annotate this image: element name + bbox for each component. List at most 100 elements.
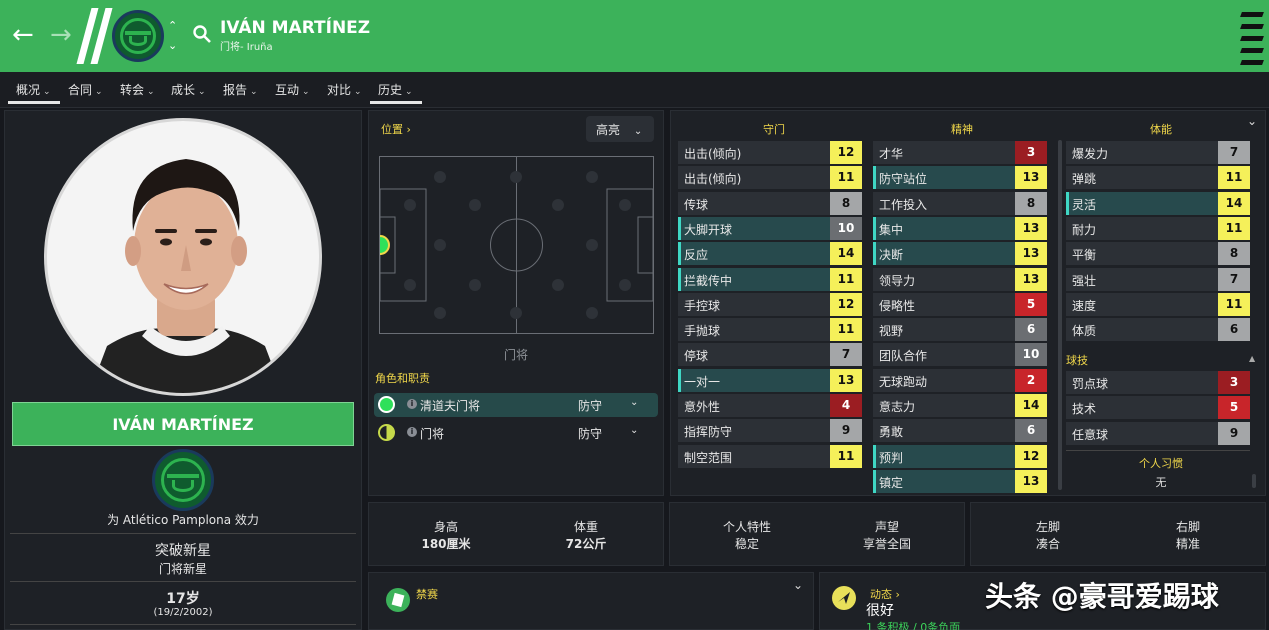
key-attribute-marker — [678, 267, 681, 291]
position-link[interactable]: 位置 › — [381, 121, 411, 137]
attribute-row[interactable]: 爆发力 7 — [1066, 141, 1250, 164]
attribute-value: 9 — [830, 419, 862, 443]
attribute-value: 7 — [830, 343, 862, 367]
search-icon[interactable] — [192, 24, 212, 44]
left-foot-value: 凑合 — [1035, 537, 1060, 551]
status-title: 突破新星 — [155, 543, 211, 559]
tab-overview[interactable]: 概况 ⌄ — [16, 81, 51, 98]
attribute-row[interactable]: 传球 8 — [678, 191, 862, 215]
duty-select[interactable]: 防守 — [578, 425, 602, 442]
attribute-row[interactable]: 预判 12 — [873, 444, 1047, 468]
attribute-row[interactable]: 手抛球 11 — [678, 318, 862, 342]
attribute-row[interactable]: 体质 6 — [1066, 318, 1250, 342]
tab-contract[interactable]: 合同 ⌄ — [68, 81, 103, 98]
attribute-row[interactable]: 无球跑动 2 — [873, 368, 1047, 392]
attribute-row[interactable]: 弹跳 11 — [1066, 166, 1250, 190]
club-crest-icon[interactable] — [152, 449, 214, 511]
attribute-row[interactable]: 意志力 14 — [873, 394, 1047, 417]
role-row-goalkeeper[interactable]: i 门将 防守 ⌄ — [374, 421, 658, 445]
attribute-row[interactable]: 工作投入 8 — [873, 191, 1047, 215]
attribute-value: 7 — [1218, 267, 1250, 291]
habits-value: 无 — [1155, 476, 1167, 489]
tab-development[interactable]: 成长 ⌄ — [171, 81, 206, 98]
scrollbar[interactable] — [1252, 474, 1256, 488]
attribute-row[interactable]: 技术 5 — [1066, 396, 1250, 420]
info-icon[interactable]: i — [407, 399, 417, 409]
attribute-row[interactable]: 决断 13 — [873, 242, 1047, 266]
scrollbar[interactable] — [1058, 140, 1062, 490]
attribute-row[interactable]: 制空范围 11 — [678, 444, 862, 468]
attribute-row[interactable]: 才华 3 — [873, 141, 1047, 164]
attribute-row[interactable]: 侵略性 5 — [873, 292, 1047, 316]
attribute-label: 视野 — [879, 324, 904, 339]
forward-arrow-icon[interactable]: → — [50, 22, 72, 48]
attribute-row[interactable]: 勇敢 6 — [873, 419, 1047, 443]
tab-interaction[interactable]: 互动 ⌄ — [275, 81, 310, 98]
attribute-row[interactable]: 拦截传中 11 — [678, 267, 862, 291]
attribute-value: 13 — [830, 368, 862, 392]
attribute-label: 团队合作 — [879, 349, 928, 364]
attribute-label: 领导力 — [879, 273, 916, 288]
role-name: 门将 — [420, 427, 445, 441]
attribute-row[interactable]: 速度 11 — [1066, 292, 1250, 316]
right-foot-cell: 右脚 精准 — [1138, 518, 1238, 552]
attribute-label: 预判 — [879, 450, 904, 465]
attribute-row[interactable]: 罚点球 3 — [1066, 371, 1250, 394]
tab-history[interactable]: 历史 ⌄ — [378, 81, 413, 98]
club-crest-icon[interactable] — [112, 10, 164, 62]
attribute-row[interactable]: 一对一 13 — [678, 368, 862, 392]
attribute-label: 才华 — [879, 147, 904, 161]
collapse-triangle-icon[interactable]: ▲ — [1249, 354, 1255, 363]
attribute-value: 11 — [1218, 216, 1250, 240]
attribute-row[interactable]: 意外性 4 — [678, 394, 862, 417]
divider — [10, 581, 356, 582]
tab-compare[interactable]: 对比 ⌄ — [327, 81, 362, 98]
attribute-row[interactable]: 出击(倾向) 11 — [678, 166, 862, 190]
key-attribute-marker — [873, 216, 876, 240]
attribute-row[interactable]: 大脚开球 10 — [678, 216, 862, 240]
attribute-row[interactable]: 指挥防守 9 — [678, 419, 862, 443]
key-attribute-marker — [873, 242, 876, 266]
attribute-value: 14 — [1015, 394, 1047, 417]
attribute-row[interactable]: 集中 13 — [873, 216, 1047, 240]
attribute-row[interactable]: 任意球 9 — [1066, 421, 1250, 445]
tab-reports[interactable]: 报告 ⌄ — [223, 81, 258, 98]
player-switch-chevrons-icon[interactable]: ⌃ ⌄ — [168, 16, 177, 56]
back-arrow-icon[interactable]: ← — [12, 22, 34, 48]
attribute-row[interactable]: 镇定 13 — [873, 469, 1047, 493]
role-row-sweeper-keeper[interactable]: i 清道夫门将 防守 ⌄ — [374, 393, 658, 417]
divider — [10, 624, 356, 625]
attribute-row[interactable]: 手控球 12 — [678, 292, 862, 316]
key-attribute-marker — [678, 368, 681, 392]
roles-header: 角色和职责 — [375, 372, 430, 385]
attribute-row[interactable]: 停球 7 — [678, 343, 862, 367]
attribute-row[interactable]: 反应 14 — [678, 242, 862, 266]
info-icon[interactable]: i — [407, 427, 417, 437]
chevron-down-icon[interactable]: ⌄ — [1247, 114, 1257, 128]
chevron-down-icon[interactable]: ⌄ — [793, 578, 803, 592]
key-attribute-marker — [1066, 191, 1069, 215]
attribute-value: 12 — [830, 292, 862, 316]
attribute-row[interactable]: 防守站位 13 — [873, 166, 1047, 190]
attribute-label: 手抛球 — [684, 324, 721, 339]
attribute-value: 3 — [1218, 371, 1250, 394]
highlight-dropdown[interactable]: 高亮 ⌄ — [586, 116, 654, 142]
duty-select[interactable]: 防守 — [578, 397, 602, 414]
watermark: 头条 @豪哥爱踢球 — [985, 580, 1219, 613]
attribute-row[interactable]: 平衡 8 — [1066, 242, 1250, 266]
attribute-row[interactable]: 耐力 11 — [1066, 216, 1250, 240]
chevron-down-icon[interactable]: ⌄ — [630, 425, 638, 436]
attribute-row[interactable]: 出击(倾向) 12 — [678, 141, 862, 164]
attribute-value: 10 — [830, 216, 862, 240]
attribute-value: 13 — [1015, 166, 1047, 190]
tab-transfer[interactable]: 转会 ⌄ — [120, 81, 155, 98]
attribute-row[interactable]: 团队合作 10 — [873, 343, 1047, 367]
attribute-row[interactable]: 强壮 7 — [1066, 267, 1250, 291]
pitch-diagram — [370, 156, 654, 334]
attribute-value: 11 — [830, 267, 862, 291]
chevron-down-icon[interactable]: ⌄ — [630, 397, 638, 408]
attribute-row[interactable]: 领导力 13 — [873, 267, 1047, 291]
attribute-row[interactable]: 视野 6 — [873, 318, 1047, 342]
attribute-row[interactable]: 灵活 14 — [1066, 191, 1250, 215]
attribute-label: 无球跑动 — [879, 374, 928, 389]
